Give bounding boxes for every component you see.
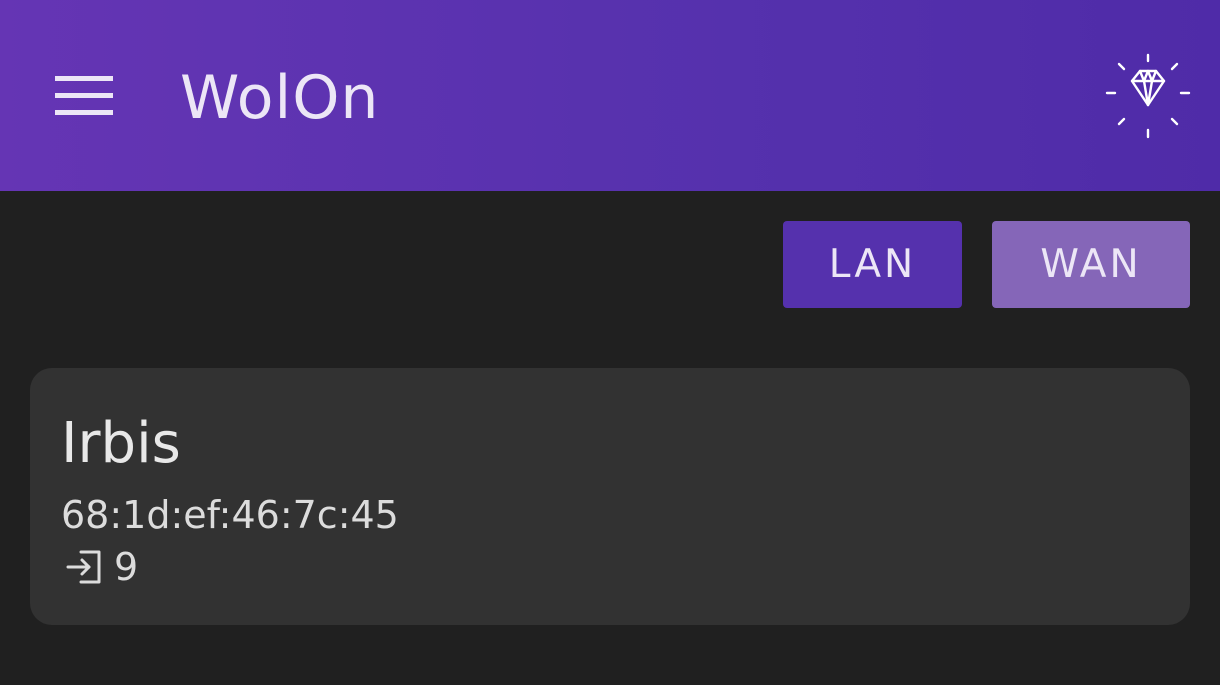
- login-icon: [64, 546, 106, 588]
- device-card[interactable]: Irbis 68:1d:ef:46:7c:45 9: [30, 368, 1190, 625]
- device-name: Irbis: [61, 411, 181, 476]
- lan-toggle-button[interactable]: LAN: [783, 221, 962, 308]
- diamond-icon: [1105, 53, 1191, 139]
- premium-button[interactable]: [1100, 48, 1196, 144]
- app-title: WolOn: [180, 63, 380, 133]
- device-port: 9: [114, 545, 139, 589]
- device-mac-address: 68:1d:ef:46:7c:45: [61, 493, 399, 537]
- app-root: WolOn LAN WAN Irbis 68:1d:ef:46:7c:45 9: [0, 0, 1220, 685]
- wan-toggle-button[interactable]: WAN: [992, 221, 1190, 308]
- device-port-row: 9: [64, 544, 138, 590]
- hamburger-menu-icon: [55, 76, 113, 115]
- menu-button[interactable]: [40, 60, 128, 132]
- app-bar: WolOn: [0, 0, 1220, 191]
